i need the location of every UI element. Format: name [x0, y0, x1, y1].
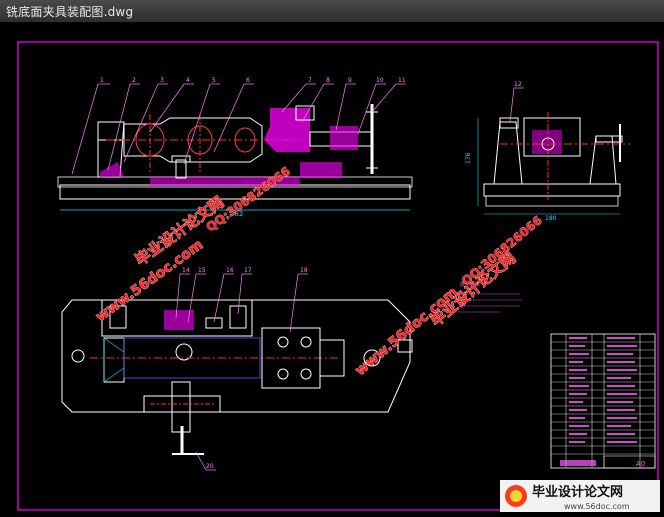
watermarks: 毕业设计论文网 QQ:306826066 www.56doc.com 毕业设计论…: [93, 164, 545, 380]
balloon-10: 10: [376, 77, 384, 84]
balloon-16: 16: [226, 267, 234, 274]
titleblock-grade: A0: [636, 460, 645, 468]
balloon-4: 4: [186, 77, 190, 84]
balloon-5: 5: [212, 77, 216, 84]
balloon-1: 1: [100, 77, 104, 84]
cad-drawing: 4 8 2 1 2 3 4 5 6 7 8 9 10 11 176 180 12 1…: [17, 41, 660, 512]
plan-view: [61, 299, 413, 455]
side-view: 176 180 12: [465, 81, 630, 222]
balloon-20: 20: [206, 463, 214, 470]
side-dim-width: 180: [545, 215, 557, 222]
balloon-8: 8: [326, 77, 330, 84]
watermark-cn-2: 毕业设计论文网: [427, 249, 519, 330]
balloon-labels-top: 1 2 3 4 5 6 7 8 9 10 11: [100, 77, 406, 84]
window-titlebar: 铣底面夹具装配图.dwg: [0, 0, 664, 23]
balloon-18: 18: [300, 267, 308, 274]
balloon-7: 7: [308, 77, 312, 84]
logo-text: 毕业设计论文网: [532, 484, 623, 500]
balloon-2: 2: [132, 77, 136, 84]
parts-list: A0: [550, 333, 656, 469]
logo-url: www.56doc.com: [564, 502, 630, 511]
clamp-block: [264, 108, 310, 152]
balloon-3: 3: [160, 77, 164, 84]
window-title: 铣底面夹具装配图.dwg: [6, 5, 134, 19]
watermark-url-2: www.56doc.com: [352, 284, 461, 379]
drawing-canvas[interactable]: 4 8 2 1 2 3 4 5 6 7 8 9 10 11 176 180 12 1…: [0, 22, 664, 513]
balloon-17: 17: [244, 267, 252, 274]
balloon-12: 12: [514, 81, 522, 88]
balloon-labels-plan: 14 15 16 17 18 20: [182, 267, 308, 470]
site-logo-badge: 毕业设计论文网 www.56doc.com: [500, 480, 660, 512]
balloon-9: 9: [348, 77, 352, 84]
balloon-11: 11: [398, 77, 406, 84]
balloon-15: 15: [198, 267, 206, 274]
side-dim-height: 176: [465, 152, 472, 164]
balloon-14: 14: [182, 267, 190, 274]
drawing-frame: [17, 41, 659, 511]
balloons-plan: [175, 273, 308, 471]
balloon-6: 6: [246, 77, 250, 84]
watermark-qq-2: QQ:306826066: [459, 213, 545, 288]
